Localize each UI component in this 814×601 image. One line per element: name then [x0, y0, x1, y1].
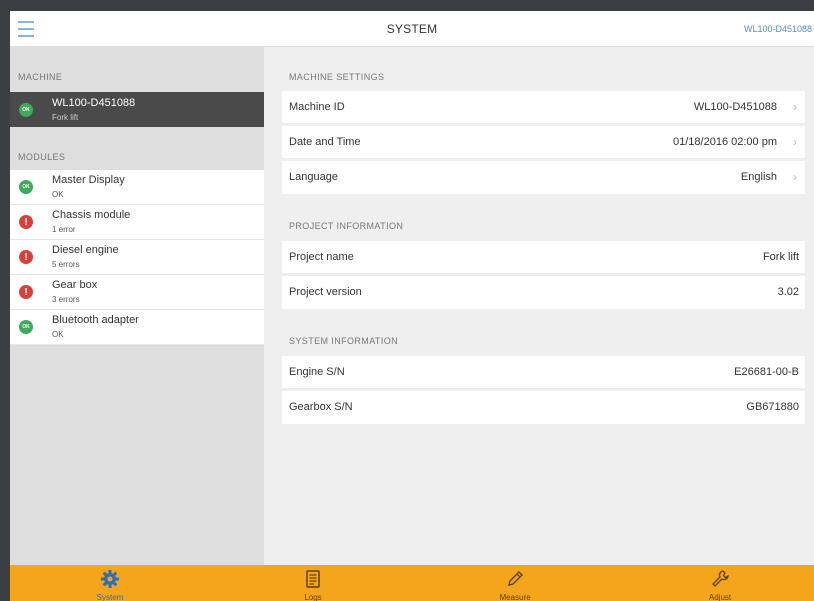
gearbox-sn-row: Gearbox S/N GB671880 — [282, 391, 805, 424]
row-value: GB671880 — [746, 401, 799, 413]
tab-label: Logs — [304, 593, 322, 601]
machine-type: Fork lift — [52, 113, 79, 122]
module-status-text: 3 errors — [52, 295, 80, 304]
tab-logs[interactable]: Logs — [253, 565, 373, 601]
language-row[interactable]: Language English › — [282, 161, 805, 194]
row-label: Date and Time — [289, 136, 361, 148]
chevron-right-icon: › — [793, 100, 797, 114]
row-label: Language — [289, 171, 338, 183]
engine-sn-row: Engine S/N E26681-00-B — [282, 356, 805, 389]
date-time-row[interactable]: Date and Time 01/18/2016 02:00 pm › — [282, 126, 805, 159]
module-status-text: OK — [52, 190, 64, 199]
machine-section-label: MACHINE — [18, 72, 63, 82]
sidebar: MACHINE OK WL100-D451088 Fork lift MODUL… — [10, 47, 264, 565]
modules-section-label: MODULES — [18, 152, 66, 162]
ok-status-icon: OK — [19, 320, 33, 334]
row-value: 3.02 — [777, 286, 799, 298]
error-status-icon: ! — [19, 250, 33, 264]
ok-status-icon: OK — [19, 103, 33, 117]
module-status-text: 1 error — [52, 225, 76, 234]
detail-panel: MACHINE SETTINGS Machine ID WL100-D45108… — [264, 47, 814, 565]
module-name: Gear box — [52, 279, 98, 291]
project-version-row: Project version 3.02 — [282, 276, 805, 309]
machine-name: WL100-D451088 — [52, 97, 136, 109]
machine-id-row[interactable]: Machine ID WL100-D451088 › — [282, 91, 805, 124]
module-name: Master Display — [52, 174, 125, 186]
app-screen: SYSTEM WL100-D451088 MACHINE OK WL100-D4… — [10, 11, 814, 601]
row-value: English — [740, 171, 777, 183]
top-bar: SYSTEM WL100-D451088 — [10, 11, 814, 47]
page-title: SYSTEM — [386, 22, 438, 36]
row-label: Gearbox S/N — [289, 401, 353, 413]
row-value: Fork lift — [762, 251, 799, 263]
module-name: Bluetooth adapter — [52, 314, 139, 326]
tab-measure[interactable]: Measure — [455, 565, 575, 601]
row-value: WL100-D451088 — [693, 101, 777, 113]
background-frame-left — [0, 0, 10, 601]
row-label: Project name — [289, 251, 354, 263]
ok-status-icon: OK — [19, 180, 33, 194]
row-label: Machine ID — [289, 101, 345, 113]
module-list: OK Master Display OK ! Chassis module 1 … — [10, 170, 264, 345]
tab-label: System — [96, 593, 124, 601]
machine-item[interactable]: OK WL100-D451088 Fork lift — [10, 92, 264, 127]
module-status-text: 5 errors — [52, 260, 80, 269]
row-value: E26681-00-B — [734, 366, 799, 378]
tab-adjust[interactable]: Adjust — [660, 565, 780, 601]
module-item-bluetooth-adapter[interactable]: OK Bluetooth adapter OK — [10, 310, 264, 345]
error-status-icon: ! — [19, 285, 33, 299]
project-name-row: Project name Fork lift — [282, 241, 805, 274]
tab-system[interactable]: System — [50, 565, 170, 601]
project-information-label: PROJECT INFORMATION — [289, 221, 404, 231]
tab-label: Adjust — [708, 593, 732, 601]
wrench-icon — [712, 570, 729, 587]
tab-label: Measure — [499, 593, 531, 601]
module-name: Chassis module — [52, 209, 131, 221]
module-status-text: OK — [52, 330, 64, 339]
module-item-master-display[interactable]: OK Master Display OK — [10, 170, 264, 205]
bottom-tab-bar: System Logs Measure Adjust — [10, 565, 814, 601]
background-frame-top — [0, 0, 814, 11]
row-label: Project version — [289, 286, 362, 298]
chevron-right-icon: › — [793, 135, 797, 149]
pencil-icon — [508, 571, 523, 586]
module-item-diesel-engine[interactable]: ! Diesel engine 5 errors — [10, 240, 264, 275]
row-label: Engine S/N — [289, 366, 345, 378]
chevron-right-icon: › — [793, 170, 797, 184]
module-name: Diesel engine — [52, 244, 119, 256]
module-item-chassis-module[interactable]: ! Chassis module 1 error — [10, 205, 264, 240]
header-machine-id[interactable]: WL100-D451088 — [744, 11, 814, 47]
machine-settings-label: MACHINE SETTINGS — [289, 72, 385, 82]
module-item-gear-box[interactable]: ! Gear box 3 errors — [10, 275, 264, 310]
error-status-icon: ! — [19, 215, 33, 229]
row-value: 01/18/2016 02:00 pm — [673, 136, 777, 148]
log-icon — [306, 570, 320, 588]
gear-icon — [101, 570, 119, 588]
system-information-label: SYSTEM INFORMATION — [289, 336, 399, 346]
